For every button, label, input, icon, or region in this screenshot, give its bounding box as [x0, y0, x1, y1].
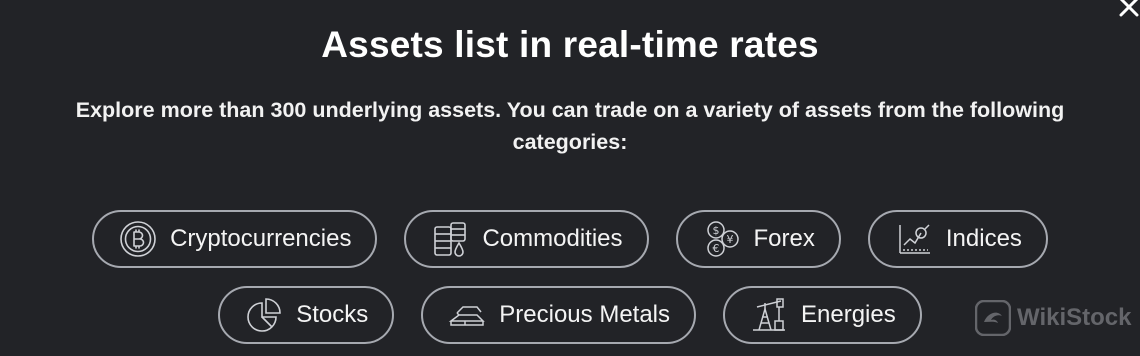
category-row-1: Cryptocurrencies Commodities $ ¥ € Forex…	[0, 210, 1140, 268]
close-button[interactable]	[1116, 0, 1140, 20]
category-chip-precious-metals[interactable]: Precious Metals	[421, 286, 697, 344]
category-chip-forex[interactable]: $ ¥ € Forex	[675, 210, 841, 268]
category-label: Cryptocurrencies	[170, 225, 352, 252]
category-chip-commodities[interactable]: Commodities	[404, 210, 649, 268]
svg-text:€: €	[712, 242, 719, 255]
oil-rig-icon	[749, 295, 789, 335]
category-label: Energies	[801, 301, 896, 328]
wikistock-logo-icon	[975, 300, 1011, 336]
category-label: Forex	[753, 225, 815, 252]
category-label: Commodities	[482, 225, 623, 252]
chart-icon	[894, 219, 934, 259]
category-chip-cryptocurrencies[interactable]: Cryptocurrencies	[92, 210, 378, 268]
modal-title: Assets list in real-time rates	[321, 24, 819, 65]
pie-chart-icon	[244, 295, 284, 335]
gold-bars-icon	[447, 295, 487, 335]
subtitle-line-2: categories:	[512, 130, 628, 154]
category-chip-stocks[interactable]: Stocks	[218, 286, 395, 344]
barrels-icon	[430, 219, 470, 259]
svg-text:$: $	[712, 224, 719, 237]
bitcoin-icon	[118, 219, 158, 259]
close-icon	[1119, 0, 1139, 17]
category-chip-energies[interactable]: Energies	[723, 286, 922, 344]
category-label: Stocks	[296, 301, 369, 328]
assets-modal: Assets list in real-time rates Explore m…	[0, 0, 1140, 356]
currency-exchange-icon: $ ¥ €	[702, 219, 742, 259]
modal-subtitle: Explore more than 300 underlying assets.…	[0, 94, 1140, 158]
category-label: Indices	[945, 225, 1022, 252]
wikistock-watermark: WikiStock	[975, 300, 1131, 336]
svg-text:¥: ¥	[726, 233, 733, 246]
category-label: Precious Metals	[499, 301, 671, 328]
category-chip-indices[interactable]: Indices	[867, 210, 1048, 268]
category-row-2: Stocks Precious Metals Energies	[0, 286, 1140, 344]
subtitle-line-1: Explore more than 300 underlying assets.…	[75, 98, 1065, 122]
watermark-text: WikiStock	[1017, 304, 1132, 331]
